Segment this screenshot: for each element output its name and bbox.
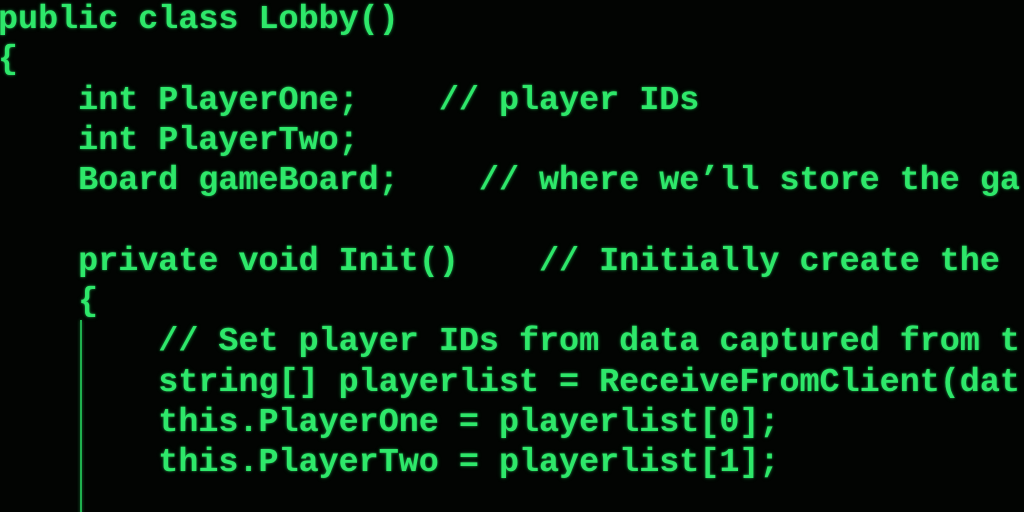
indent-guide-line (80, 320, 82, 512)
code-line-player-one-field: int PlayerOne; // player IDs (0, 81, 700, 120)
code-line-class-open-brace: { (0, 41, 19, 80)
code-line-playerlist-assign: string[] playerlist = ReceiveFromClient(… (0, 363, 1020, 402)
code-line-method-open-brace: { (0, 283, 99, 322)
code-line-blank-end (0, 484, 1020, 512)
code-line-player-two-assign: this.PlayerTwo = playerlist[1]; (0, 444, 780, 483)
code-line-init-method: private void Init() // Initially create … (0, 242, 1000, 281)
code-block[interactable]: public class Lobby(){ int PlayerOne; // … (0, 0, 1020, 512)
code-line-player-one-assign: this.PlayerOne = playerlist[0]; (0, 403, 780, 442)
code-line-player-two-field: int PlayerTwo; (0, 121, 359, 160)
code-line-class-declaration: public class Lobby() (0, 1, 399, 39)
code-line-comment-set-ids: // Set player IDs from data captured fro… (0, 323, 1020, 362)
code-line-game-board-field: Board gameBoard; // where we’ll store th… (0, 162, 1020, 201)
code-editor[interactable]: public class Lobby(){ int PlayerOne; // … (0, 0, 1024, 512)
